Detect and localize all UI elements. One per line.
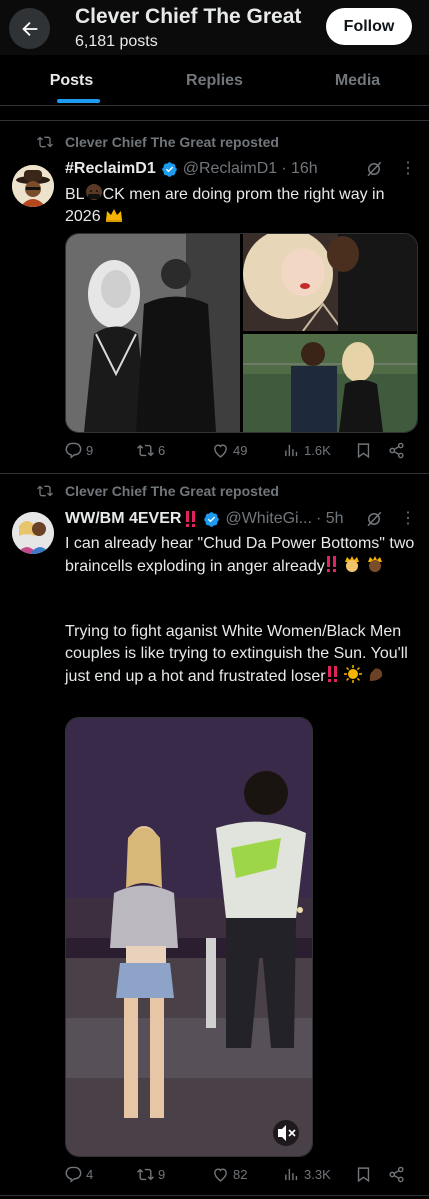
grok-icon[interactable] <box>365 510 383 528</box>
cowboy-avatar-icon <box>12 165 54 207</box>
reply-icon <box>65 1166 82 1183</box>
post-text: I can already hear "Chud Da Power Bottom… <box>65 533 415 578</box>
repost-icon <box>37 485 53 497</box>
repost-icon <box>137 1168 154 1181</box>
share-icon[interactable] <box>388 1166 405 1183</box>
man-emoji-icon <box>85 184 102 200</box>
post-actions: 9 6 49 1.6K <box>65 442 415 462</box>
views-icon <box>285 444 298 457</box>
divider <box>0 473 429 474</box>
active-tab-indicator <box>57 99 100 103</box>
verified-badge-icon <box>204 511 220 527</box>
prom-photo-1[interactable] <box>66 234 240 432</box>
post-text-part: BL <box>65 186 85 203</box>
views-button[interactable]: 1.6K <box>283 442 331 459</box>
post-header: #ReclaimD1 @ReclaimD1 · 16h <box>65 160 318 178</box>
reply-count: 4 <box>86 1167 94 1182</box>
repost-count: 6 <box>158 443 166 458</box>
like-count: 49 <box>233 443 248 458</box>
divider <box>0 1195 429 1196</box>
crown-emoji-icon <box>106 209 123 222</box>
repost-button[interactable]: 6 <box>137 442 165 459</box>
like-count: 82 <box>233 1167 248 1182</box>
back-arrow-icon <box>21 21 37 36</box>
like-button[interactable]: 49 <box>212 442 247 459</box>
king-emoji-icon <box>367 556 382 572</box>
view-count: 1.6K <box>304 443 331 458</box>
more-options-icon[interactable]: ⋮ <box>400 508 417 528</box>
tab-media[interactable]: Media <box>286 55 429 105</box>
repost-indicator[interactable]: Clever Chief The Great reposted <box>37 134 279 150</box>
flexed-biceps-emoji-icon <box>369 668 382 681</box>
profile-header: Clever Chief The Great 6,181 posts Follo… <box>0 0 429 55</box>
posts-count: 6,181 posts <box>75 33 158 50</box>
tab-posts[interactable]: Posts <box>0 55 143 105</box>
repost-label: Clever Chief The Great reposted <box>65 134 279 150</box>
author-name[interactable]: #ReclaimD1 <box>65 160 156 178</box>
like-button[interactable]: 82 <box>212 1166 247 1183</box>
repost-icon <box>137 444 154 457</box>
avatar[interactable] <box>12 165 54 207</box>
author-name[interactable]: WW/BM 4EVER <box>65 510 181 528</box>
reply-icon <box>65 442 82 459</box>
prom-photo-2[interactable] <box>243 234 417 331</box>
couple-avatar-icon <box>12 512 54 554</box>
view-count: 3.3K <box>304 1167 331 1182</box>
repost-count: 9 <box>158 1167 166 1182</box>
post-text: Trying to fight aganist White Women/Blac… <box>65 621 415 688</box>
views-icon <box>285 1168 298 1181</box>
grok-icon[interactable] <box>365 160 383 178</box>
views-button[interactable]: 3.3K <box>283 1166 331 1183</box>
verified-badge-icon <box>161 161 177 177</box>
double-exclamation-emoji-icon <box>186 511 196 527</box>
avatar[interactable] <box>12 512 54 554</box>
share-icon[interactable] <box>388 442 405 459</box>
heart-icon <box>214 1168 227 1182</box>
post-text: BL CK men are doing prom the right way in… <box>65 183 415 228</box>
profile-name: Clever Chief The Great <box>75 5 302 28</box>
post-actions: 4 9 82 3.3K <box>65 1166 415 1186</box>
double-exclamation-emoji-icon <box>327 666 337 682</box>
double-exclamation-emoji-icon <box>326 556 336 572</box>
repost-button[interactable]: 9 <box>137 1166 165 1183</box>
more-options-icon[interactable]: ⋮ <box>400 158 417 178</box>
divider <box>0 120 429 121</box>
reply-button[interactable]: 4 <box>65 1166 93 1183</box>
repost-icon <box>37 136 53 148</box>
bookmark-icon[interactable] <box>355 442 372 459</box>
video-player[interactable] <box>65 717 313 1157</box>
post-header: WW/BM 4EVER @WhiteGi... · 5h <box>65 510 344 528</box>
author-handle[interactable]: @WhiteGi... <box>225 510 311 528</box>
follow-button[interactable]: Follow <box>326 8 412 45</box>
prom-photo-3[interactable] <box>243 334 417 432</box>
sun-emoji-icon <box>344 665 363 683</box>
back-button[interactable] <box>9 8 50 49</box>
repost-label: Clever Chief The Great reposted <box>65 483 279 499</box>
post-time[interactable]: · 16h <box>281 160 317 178</box>
media-grid[interactable] <box>65 233 418 433</box>
post-time[interactable]: · 5h <box>316 510 344 528</box>
queen-emoji-icon <box>345 556 360 572</box>
heart-icon <box>214 444 227 458</box>
repost-indicator[interactable]: Clever Chief The Great reposted <box>37 483 279 499</box>
bookmark-icon[interactable] <box>355 1166 372 1183</box>
tab-replies[interactable]: Replies <box>143 55 286 105</box>
video-thumbnail[interactable] <box>66 718 312 1156</box>
author-handle[interactable]: @ReclaimD1 <box>183 160 277 178</box>
reply-count: 9 <box>86 443 94 458</box>
reply-button[interactable]: 9 <box>65 442 93 459</box>
